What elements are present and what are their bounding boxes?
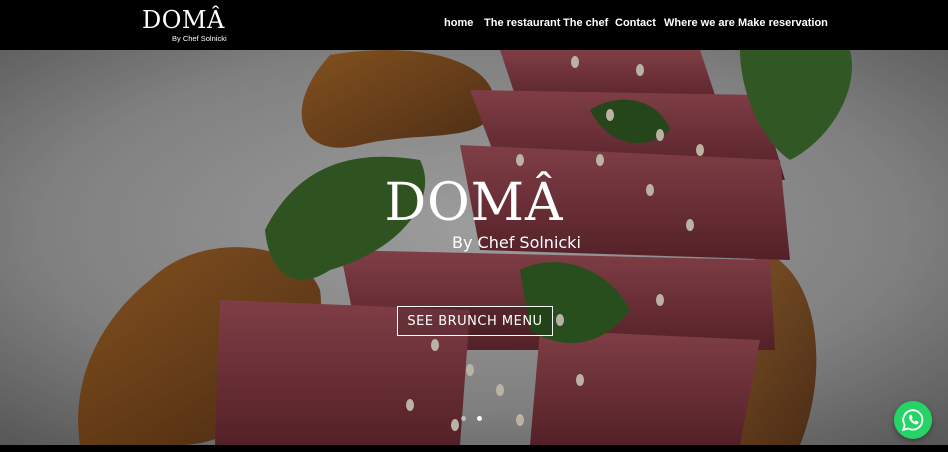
nav-item-where-we-are[interactable]: Where we are	[664, 17, 735, 29]
nav-item-the-restaurant[interactable]: The restaurant	[484, 17, 560, 29]
logo-tagline: By Chef Solnicki	[172, 34, 227, 43]
logo-wordmark: DOMÂ	[142, 6, 225, 34]
site-logo[interactable]: DOMÂ By Chef Solnicki	[142, 6, 227, 43]
whatsapp-chat-button[interactable]	[894, 401, 932, 439]
see-brunch-menu-button[interactable]: SEE BRUNCH MENU	[397, 306, 553, 336]
hero-subtitle: By Chef Solnicki	[452, 233, 581, 252]
hero-title: DOMÂ	[384, 173, 564, 233]
nav-item-home[interactable]: home	[444, 17, 473, 29]
site-header: DOMÂ By Chef Solnicki home The restauran…	[0, 0, 948, 50]
bottom-strip	[0, 445, 948, 452]
slider-dot-1[interactable]	[461, 416, 466, 421]
nav-item-the-chef[interactable]: The chef	[563, 17, 608, 29]
nav-item-contact[interactable]: Contact	[615, 17, 656, 29]
whatsapp-icon	[901, 409, 924, 432]
slider-dot-2[interactable]	[477, 416, 482, 421]
nav-item-make-reservation[interactable]: Make reservation	[738, 17, 828, 29]
hero-slider: DOMÂ By Chef Solnicki SEE BRUNCH MENU	[0, 50, 948, 445]
